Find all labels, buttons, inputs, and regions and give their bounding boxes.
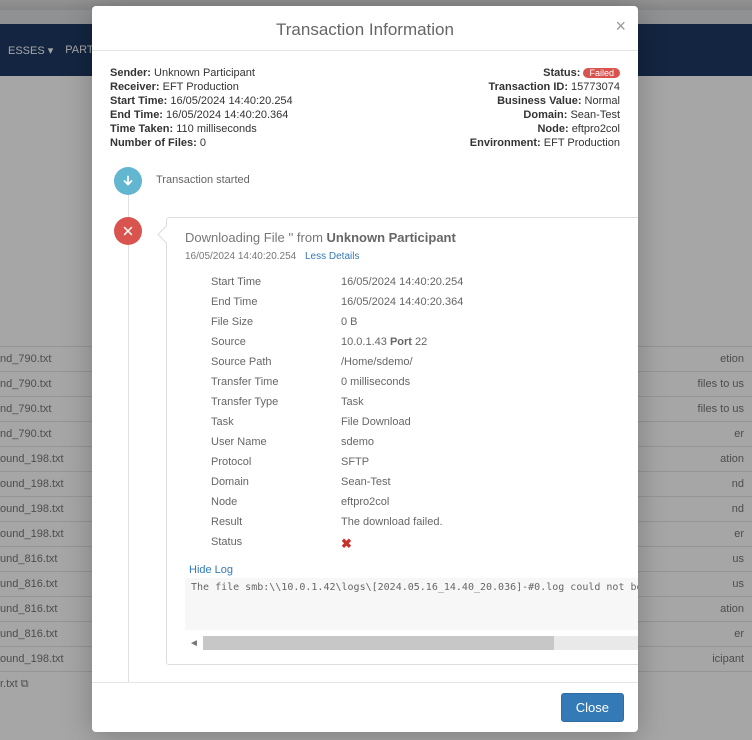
- timetaken-value: 110 milliseconds: [176, 123, 257, 135]
- detail-key: Protocol: [211, 456, 341, 468]
- detail-value: ✖: [341, 536, 352, 552]
- meta-summary: Sender: Unknown Participant Receiver: EF…: [108, 61, 622, 167]
- detail-value: Task: [341, 396, 364, 408]
- detail-value: 10.0.1.43 Port 22: [341, 336, 427, 348]
- download-arrow-icon: [114, 167, 142, 195]
- card-subtitle: 16/05/2024 14:40:20.254 Less Details: [185, 251, 638, 262]
- modal-title: Transaction Information: [276, 20, 454, 39]
- timeline-step-details: Downloading File '' from Unknown Partici…: [114, 217, 622, 665]
- detail-row: DomainSean-Test: [211, 472, 638, 492]
- detail-row: End Time16/05/2024 14:40:20.364: [211, 292, 638, 312]
- detail-row: ProtocolSFTP: [211, 452, 638, 472]
- detail-key: User Name: [211, 436, 341, 448]
- detail-key: File Size: [211, 316, 341, 328]
- timeline: Transaction started Downloading File '' …: [114, 167, 622, 682]
- detail-row: TaskFile Download: [211, 412, 638, 432]
- node-value: eftpro2col: [572, 123, 620, 135]
- sender-value: Unknown Participant: [154, 67, 255, 79]
- detail-value: SFTP: [341, 456, 369, 468]
- detail-value: File Download: [341, 416, 411, 428]
- scroll-left-icon[interactable]: ◄: [185, 638, 203, 649]
- detail-value: 16/05/2024 14:40:20.254: [341, 276, 463, 288]
- detail-key: Domain: [211, 476, 341, 488]
- detail-key: End Time: [211, 296, 341, 308]
- detail-key: Task: [211, 416, 341, 428]
- detail-key: Node: [211, 496, 341, 508]
- environment-value: EFT Production: [544, 137, 620, 149]
- business-value: Normal: [585, 95, 620, 107]
- error-icon: [114, 217, 142, 245]
- timeline-step-start: Transaction started: [114, 167, 622, 195]
- status-badge: Failed: [583, 68, 620, 78]
- detail-key: Source: [211, 336, 341, 348]
- detail-row: Source Path/Home/sdemo/: [211, 352, 638, 372]
- detail-value: Sean-Test: [341, 476, 391, 488]
- detail-value: /Home/sdemo/: [341, 356, 413, 368]
- close-button[interactable]: Close: [561, 693, 624, 722]
- detail-row: User Namesdemo: [211, 432, 638, 452]
- detail-value: The download failed.: [341, 516, 443, 528]
- status-x-icon: ✖: [341, 536, 352, 551]
- modal-header: Transaction Information ×: [92, 6, 638, 51]
- details-card: Downloading File '' from Unknown Partici…: [166, 217, 638, 665]
- endtime-value: 16/05/2024 14:40:20.364: [166, 109, 288, 121]
- detail-key: Result: [211, 516, 341, 528]
- log-output: The file smb:\\10.0.1.42\logs\[2024.05.1…: [185, 578, 638, 630]
- timeline-start-label: Transaction started: [156, 167, 250, 186]
- detail-value: 0 milliseconds: [341, 376, 410, 388]
- meta-left: Sender: Unknown Participant Receiver: EF…: [110, 67, 350, 151]
- detail-key: Transfer Time: [211, 376, 341, 388]
- detail-value: 16/05/2024 14:40:20.364: [341, 296, 463, 308]
- receiver-value: EFT Production: [163, 81, 239, 93]
- detail-value: sdemo: [341, 436, 374, 448]
- detail-row: Source10.0.1.43 Port 22: [211, 332, 638, 352]
- hide-log-link[interactable]: Hide Log: [189, 564, 233, 576]
- detail-key: Start Time: [211, 276, 341, 288]
- detail-key: Status: [211, 536, 341, 552]
- detail-key: Transfer Type: [211, 396, 341, 408]
- close-icon[interactable]: ×: [615, 16, 626, 37]
- transaction-modal: Transaction Information × Sender: Unknow…: [92, 6, 638, 732]
- detail-row: Transfer Time0 milliseconds: [211, 372, 638, 392]
- detail-row: ResultThe download failed.: [211, 512, 638, 532]
- domain-value: Sean-Test: [570, 109, 620, 121]
- detail-row: Transfer TypeTask: [211, 392, 638, 412]
- log-scrollbar[interactable]: ◄ ►: [185, 634, 638, 652]
- modal-footer: Close: [92, 682, 638, 732]
- detail-value: 0 B: [341, 316, 358, 328]
- detail-key: Source Path: [211, 356, 341, 368]
- detail-value: eftpro2col: [341, 496, 389, 508]
- less-details-link[interactable]: Less Details: [305, 251, 359, 262]
- transaction-id-value: 15773074: [571, 81, 620, 93]
- numfiles-value: 0: [200, 137, 206, 149]
- modal-body: Sender: Unknown Participant Receiver: EF…: [92, 51, 638, 682]
- detail-row: Status✖: [211, 532, 638, 556]
- card-title: Downloading File '' from Unknown Partici…: [185, 230, 638, 245]
- detail-row: File Size0 B: [211, 312, 638, 332]
- starttime-value: 16/05/2024 14:40:20.254: [170, 95, 292, 107]
- meta-right: Status: Failed Transaction ID: 15773074 …: [380, 67, 620, 151]
- detail-row: Nodeeftpro2col: [211, 492, 638, 512]
- detail-row: Start Time16/05/2024 14:40:20.254: [211, 272, 638, 292]
